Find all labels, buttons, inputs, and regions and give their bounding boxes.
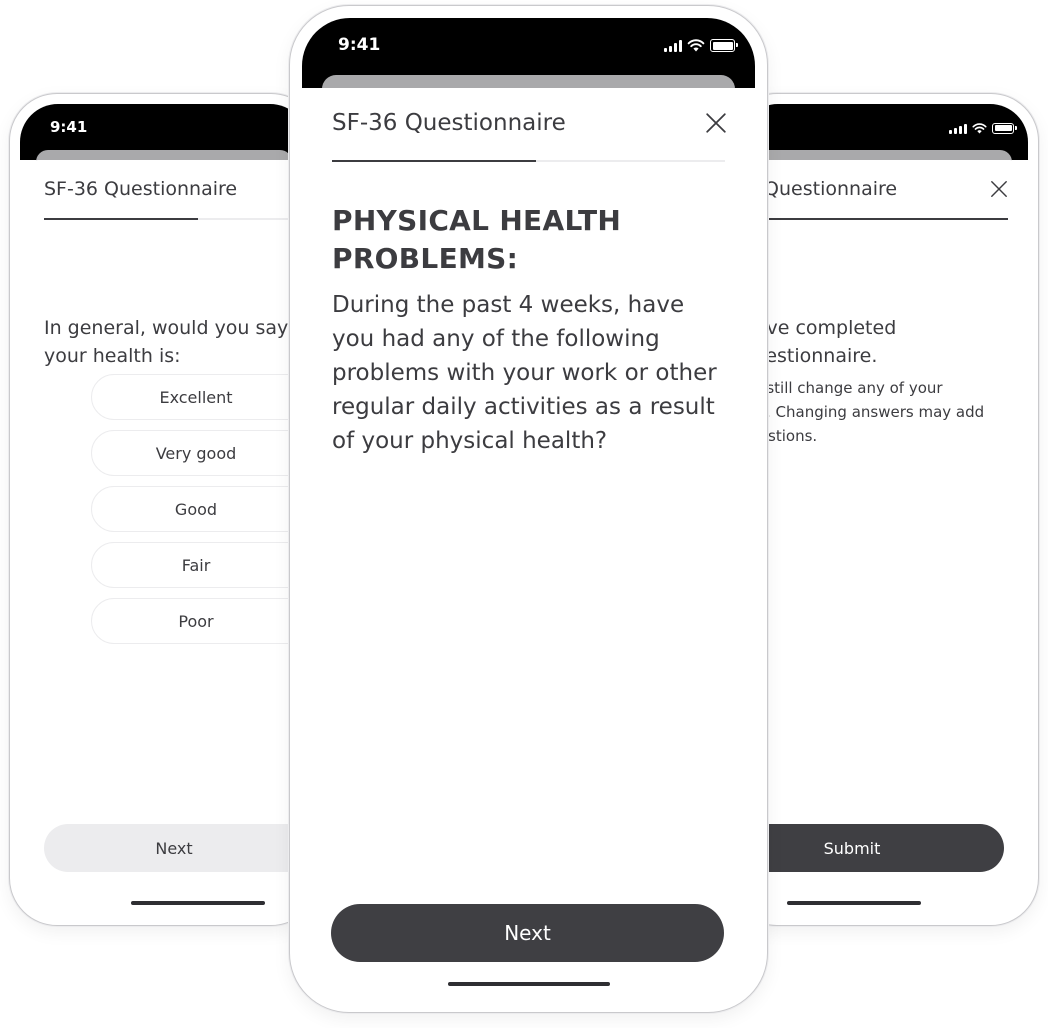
sheet-title: SF-36 Questionnaire xyxy=(44,178,238,200)
phone-right: SF-36 Questionnaire You have completed t… xyxy=(729,93,1039,926)
progress-fill xyxy=(332,160,537,162)
progress-fill xyxy=(44,218,198,220)
option-poor[interactable]: Poor xyxy=(91,598,308,644)
status-icons xyxy=(949,122,1017,134)
phone-center-screen: 9:41 SF-36 Questionnaire PHYSICAL HEALTH… xyxy=(302,18,755,1000)
option-good[interactable]: Good xyxy=(91,486,308,532)
completion-message: You have completed the questionnaire. Yo… xyxy=(740,314,1004,448)
sheet-title: SF-36 Questionnaire xyxy=(332,110,566,136)
battery-icon xyxy=(710,39,738,52)
status-time: 9:41 xyxy=(50,118,88,136)
phone-center: 9:41 SF-36 Questionnaire PHYSICAL HEALTH… xyxy=(289,5,768,1013)
answer-options: Excellent Very good Good Fair Poor xyxy=(91,374,308,654)
questionnaire-sheet: SF-36 Questionnaire In general, would yo… xyxy=(20,160,308,915)
questionnaire-sheet: SF-36 Questionnaire You have completed t… xyxy=(740,160,1028,915)
phone-right-screen: SF-36 Questionnaire You have completed t… xyxy=(740,104,1028,915)
completion-subtext: You can still change any of your answers… xyxy=(740,379,985,445)
progress-bar xyxy=(332,160,725,162)
close-icon[interactable] xyxy=(705,112,727,134)
questionnaire-sheet: SF-36 Questionnaire PHYSICAL HEALTH PROB… xyxy=(302,88,755,1000)
phone-left-screen: 9:41 SF-36 Questionnaire In general, wou… xyxy=(20,104,308,915)
next-button[interactable]: Next xyxy=(44,824,308,872)
option-fair[interactable]: Fair xyxy=(91,542,308,588)
status-time: 9:41 xyxy=(338,35,381,55)
question-text: During the past 4 weeks, have you had an… xyxy=(332,292,717,454)
option-excellent[interactable]: Excellent xyxy=(91,374,308,420)
close-icon[interactable] xyxy=(990,180,1008,198)
submit-button[interactable]: Submit xyxy=(740,824,1004,872)
section-heading: PHYSICAL HEALTH PROBLEMS: xyxy=(332,204,622,275)
progress-bar xyxy=(44,218,292,220)
wifi-icon xyxy=(972,122,987,134)
option-very-good[interactable]: Very good xyxy=(91,430,308,476)
home-indicator[interactable] xyxy=(131,901,265,905)
question-text: In general, would you say your health is… xyxy=(44,317,289,367)
progress-fill xyxy=(740,218,1008,220)
home-indicator[interactable] xyxy=(447,982,610,986)
wifi-icon xyxy=(687,39,705,52)
signal-icon xyxy=(949,122,967,134)
home-indicator[interactable] xyxy=(787,901,921,905)
progress-bar xyxy=(740,218,1008,220)
next-button[interactable]: Next xyxy=(331,904,724,962)
battery-icon xyxy=(992,122,1017,134)
signal-icon xyxy=(664,39,682,52)
status-icons xyxy=(664,39,738,52)
phone-left: 9:41 SF-36 Questionnaire In general, wou… xyxy=(9,93,319,926)
